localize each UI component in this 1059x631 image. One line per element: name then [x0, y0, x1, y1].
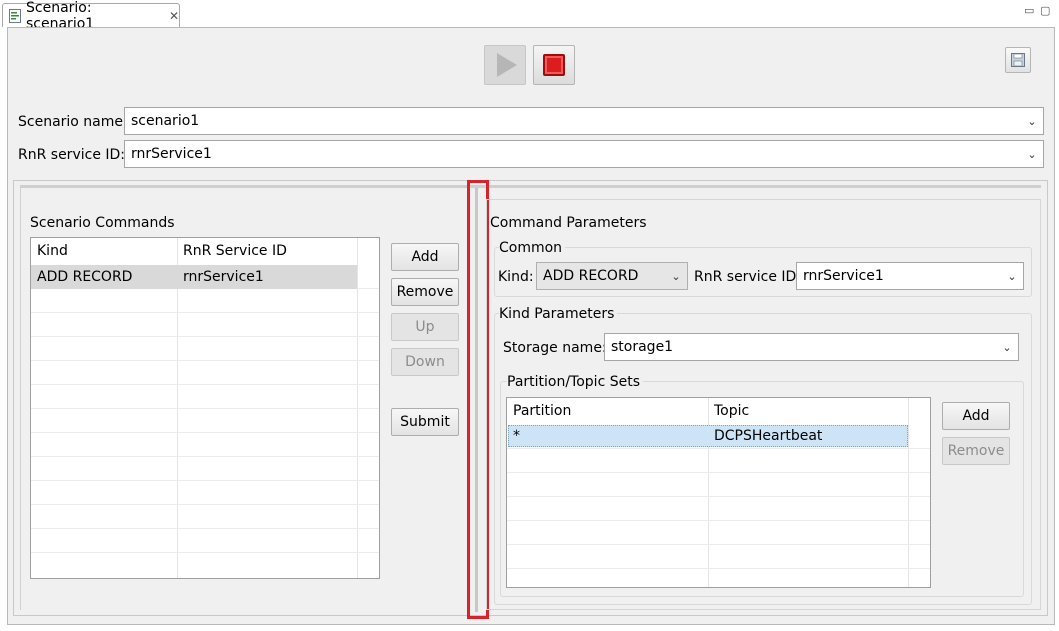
down-button[interactable]: Down [391, 348, 459, 376]
column-header-service-id[interactable]: RnR Service ID [177, 238, 357, 264]
column-header-partition[interactable]: Partition [507, 398, 708, 424]
common-service-combo[interactable]: rnrService1 ⌄ [796, 262, 1024, 290]
play-icon [497, 53, 517, 77]
split-top-divider [20, 185, 1041, 188]
service-id-combo[interactable]: rnrService1 ⌄ [124, 140, 1044, 168]
storage-name-combo[interactable]: storage1 ⌄ [604, 333, 1019, 361]
chevron-down-icon: ⌄ [1027, 147, 1037, 161]
save-icon [1011, 53, 1025, 67]
chevron-down-icon: ⌄ [1002, 340, 1012, 354]
partition-topic-title: Partition/Topic Sets [507, 372, 644, 392]
table-row[interactable]: ADD RECORD rnrService1 [31, 265, 357, 289]
parameters-title: Command Parameters [490, 215, 647, 231]
commands-table[interactable]: Kind RnR Service ID ADD RECORD rnrServic… [30, 237, 380, 579]
kind-label: Kind: [498, 269, 534, 285]
scenario-name-combo[interactable]: scenario1 ⌄ [124, 107, 1044, 135]
close-icon[interactable]: ✕ [169, 9, 179, 23]
add-command-button[interactable]: Add [391, 243, 459, 271]
scenario-name-value: scenario1 [131, 113, 200, 129]
kind-combo[interactable]: ADD RECORD ⌄ [536, 262, 688, 290]
scenario-name-label: Scenario name: [18, 114, 128, 130]
stop-icon [543, 54, 565, 76]
chevron-down-icon: ⌄ [671, 269, 681, 283]
stop-button[interactable] [533, 45, 575, 85]
minimize-icon[interactable]: ▭ [1024, 4, 1034, 17]
up-button[interactable]: Up [391, 313, 459, 341]
remove-command-button[interactable]: Remove [391, 278, 459, 306]
service-id-value: rnrService1 [131, 146, 212, 162]
table-row[interactable]: * DCPSHeartbeat [508, 425, 908, 447]
commands-title: Scenario Commands [30, 215, 175, 231]
editor-tab-strip: Scenario: scenario1 ✕ ▭ ▢ [0, 0, 1059, 32]
common-service-label: RnR service ID: [694, 269, 802, 285]
row-partition: * [513, 428, 520, 444]
maximize-icon[interactable]: ▢ [1040, 4, 1050, 17]
save-button[interactable] [1005, 47, 1031, 73]
remove-set-button[interactable]: Remove [942, 437, 1010, 465]
tab-scenario[interactable]: Scenario: scenario1 ✕ [2, 0, 180, 32]
submit-button[interactable]: Submit [391, 408, 459, 436]
partition-topic-table[interactable]: Partition Topic * DCPSHeartbeat [506, 397, 931, 588]
kind-parameters-title: Kind Parameters [499, 304, 618, 324]
common-title: Common [499, 238, 566, 258]
left-pane-border [20, 186, 21, 610]
sets-table-header: Partition Topic [507, 398, 930, 424]
common-service-value: rnrService1 [803, 268, 884, 284]
scenario-file-icon [9, 8, 21, 23]
row-kind: ADD RECORD [37, 269, 133, 285]
kind-value: ADD RECORD [543, 268, 639, 284]
column-header-kind[interactable]: Kind [31, 238, 177, 264]
play-button[interactable] [484, 45, 526, 85]
column-header-topic[interactable]: Topic [708, 398, 908, 424]
row-topic: DCPSHeartbeat [714, 428, 823, 444]
commands-table-header: Kind RnR Service ID [31, 238, 379, 264]
chevron-down-icon: ⌄ [1027, 114, 1037, 128]
chevron-down-icon: ⌄ [1007, 269, 1017, 283]
add-set-button[interactable]: Add [942, 402, 1010, 430]
storage-name-value: storage1 [611, 339, 674, 355]
storage-name-label: Storage name: [503, 340, 607, 356]
row-service-id: rnrService1 [183, 269, 264, 285]
service-id-label: RnR service ID: [18, 147, 126, 163]
